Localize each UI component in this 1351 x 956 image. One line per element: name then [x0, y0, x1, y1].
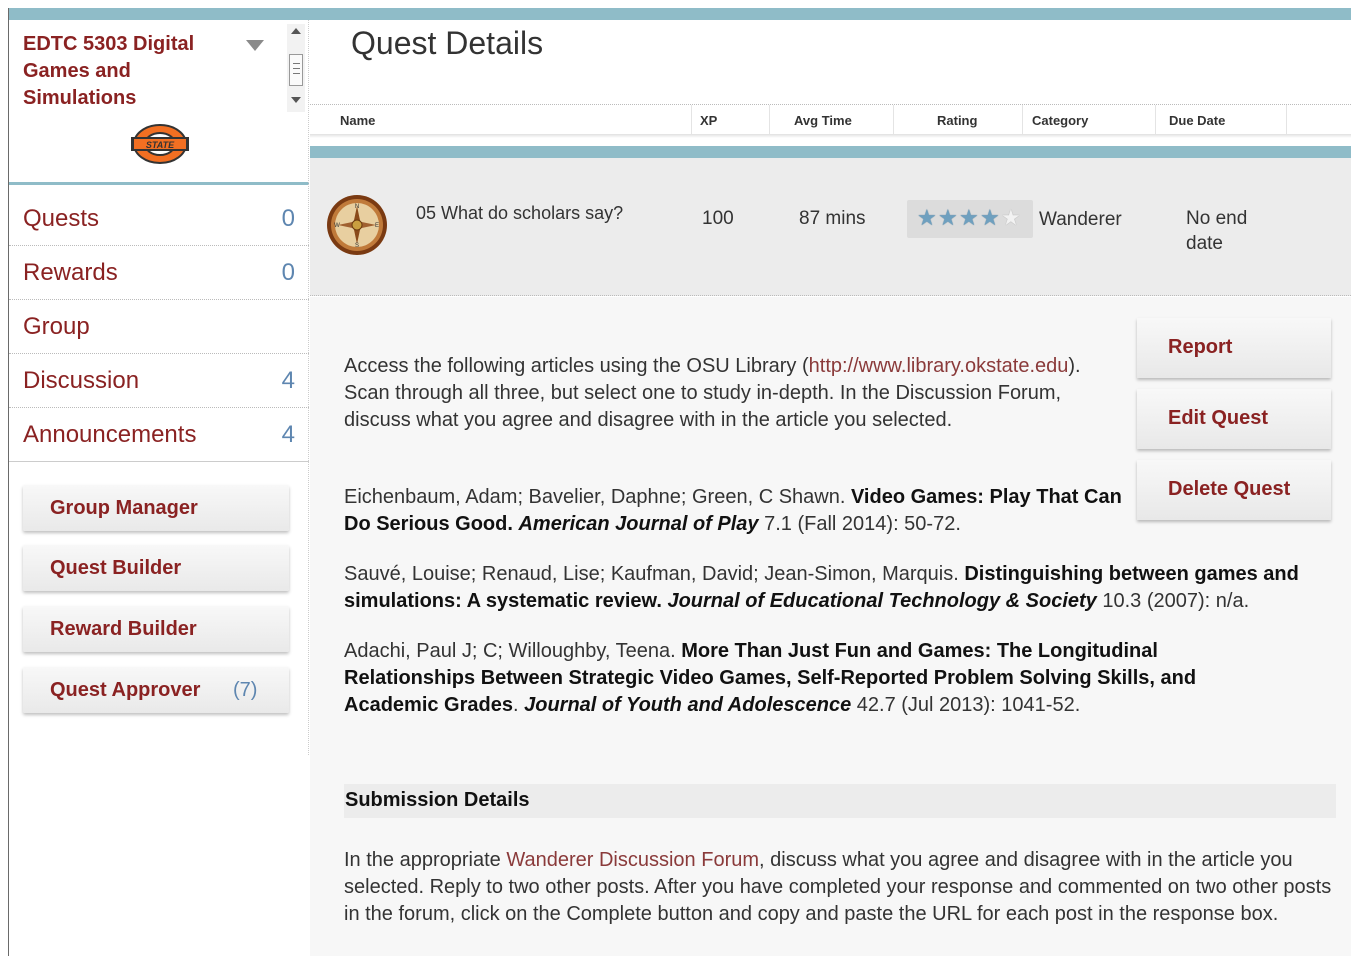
column-header-rating[interactable]: Rating	[937, 113, 977, 128]
button-label: Edit Quest	[1168, 407, 1269, 429]
column-header-due-date[interactable]: Due Date	[1169, 113, 1225, 128]
osu-logo-icon: STATE	[131, 124, 189, 164]
sidebar-item-count: 0	[281, 205, 295, 232]
discussion-forum-link[interactable]: Wanderer Discussion Forum	[506, 849, 759, 871]
column-header-xp[interactable]: XP	[700, 113, 717, 128]
button-label: Report	[1168, 336, 1233, 358]
scroll-up-icon[interactable]	[291, 28, 301, 34]
scroll-down-icon[interactable]	[291, 97, 301, 103]
star-filled-icon[interactable]: ★	[917, 205, 937, 231]
sidebar-item-label: Announcements	[23, 421, 197, 448]
svg-text:W: W	[334, 223, 340, 229]
quest-name[interactable]: 05 What do scholars say?	[416, 203, 623, 224]
sidebar-item-label: Group	[23, 313, 90, 340]
quest-table-header: Name XP Avg Time Rating Category Due Dat…	[310, 104, 1351, 135]
main-content: Quest Details Name XP Avg Time Rating Ca…	[310, 20, 1351, 956]
quest-row[interactable]: N S W E 05 What do scholars say? 100 87 …	[310, 158, 1351, 296]
pending-count-badge: (7)	[233, 679, 258, 701]
quest-category: Wanderer	[1039, 209, 1122, 230]
report-button[interactable]: Report	[1137, 318, 1331, 378]
section-accent-band	[310, 146, 1351, 158]
sidebar-divider	[308, 20, 309, 755]
quest-detail-panel: Report Edit Quest Delete Quest Access th…	[310, 297, 1351, 956]
reference-3: Adachi, Paul J; C; Willoughby, Teena. Mo…	[344, 640, 1197, 716]
page-title: Quest Details	[351, 25, 544, 61]
course-title[interactable]: EDTC 5303 Digital Games and Simulations	[23, 31, 238, 112]
quest-approver-button[interactable]: Quest Approver (7)	[23, 667, 289, 713]
submission-details-heading: Submission Details	[344, 784, 1336, 818]
course-scrollbar[interactable]	[287, 24, 305, 112]
sidebar-item-count: 0	[281, 259, 295, 286]
delete-quest-button[interactable]: Delete Quest	[1137, 460, 1331, 520]
header-shadow	[310, 134, 1351, 138]
reward-builder-button[interactable]: Reward Builder	[23, 606, 289, 652]
reference-2: Sauvé, Louise; Renaud, Lise; Kaufman, Da…	[344, 563, 1299, 612]
sidebar-item-discussion[interactable]: Discussion 4	[9, 354, 309, 408]
button-label: Quest Builder	[50, 557, 182, 579]
quest-builder-button[interactable]: Quest Builder	[23, 545, 289, 591]
column-header-avg-time[interactable]: Avg Time	[794, 113, 852, 128]
quest-avg-time: 87 mins	[799, 208, 866, 229]
scroll-thumb[interactable]	[289, 54, 303, 86]
sidebar-item-label: Discussion	[23, 367, 140, 394]
compass-icon: N S W E	[327, 195, 387, 255]
star-filled-icon[interactable]: ★	[938, 205, 958, 231]
column-header-category[interactable]: Category	[1032, 113, 1088, 128]
sidebar-item-count: 4	[281, 367, 295, 394]
button-label: Delete Quest	[1168, 478, 1291, 500]
reference-1: Eichenbaum, Adam; Bavelier, Daphne; Gree…	[344, 486, 1122, 535]
sidebar-item-group[interactable]: Group	[9, 300, 309, 354]
sidebar-item-quests[interactable]: Quests 0	[9, 192, 309, 246]
sidebar-item-rewards[interactable]: Rewards 0	[9, 246, 309, 300]
sidebar: EDTC 5303 Digital Games and Simulations …	[9, 20, 309, 956]
sidebar-item-announcements[interactable]: Announcements 4	[9, 408, 309, 462]
button-label: Reward Builder	[50, 618, 197, 640]
sidebar-item-label: Quests	[23, 205, 100, 232]
edit-quest-button[interactable]: Edit Quest	[1137, 389, 1331, 449]
svg-text:E: E	[375, 223, 379, 229]
svg-text:STATE: STATE	[146, 140, 175, 150]
sidebar-nav: Quests 0 Rewards 0 Group Discussion 4 An…	[9, 192, 309, 462]
chevron-down-icon[interactable]	[246, 40, 264, 51]
svg-text:N: N	[355, 204, 359, 210]
column-header-name[interactable]: Name	[340, 113, 375, 128]
quest-due-date: No end date	[1186, 208, 1248, 254]
star-filled-icon[interactable]: ★	[959, 205, 979, 231]
quest-description: Access the following articles using the …	[344, 355, 1081, 431]
sidebar-item-label: Rewards	[23, 259, 118, 286]
submission-instructions: In the appropriate Wanderer Discussion F…	[344, 849, 1332, 925]
library-link[interactable]: http://www.library.okstate.edu	[809, 355, 1069, 377]
button-label: Group Manager	[50, 497, 198, 519]
quest-xp: 100	[702, 208, 734, 229]
sidebar-item-count: 4	[281, 421, 295, 448]
group-manager-button[interactable]: Group Manager	[23, 485, 289, 531]
course-selector[interactable]: EDTC 5303 Digital Games and Simulations …	[9, 20, 309, 185]
svg-text:S: S	[355, 243, 359, 249]
star-filled-icon[interactable]: ★	[980, 205, 1000, 231]
button-label: Quest Approver	[50, 679, 201, 701]
top-accent-bar	[8, 8, 1351, 20]
star-empty-icon[interactable]: ★	[1001, 205, 1021, 231]
star-rating[interactable]: ★ ★ ★ ★ ★	[907, 200, 1033, 238]
